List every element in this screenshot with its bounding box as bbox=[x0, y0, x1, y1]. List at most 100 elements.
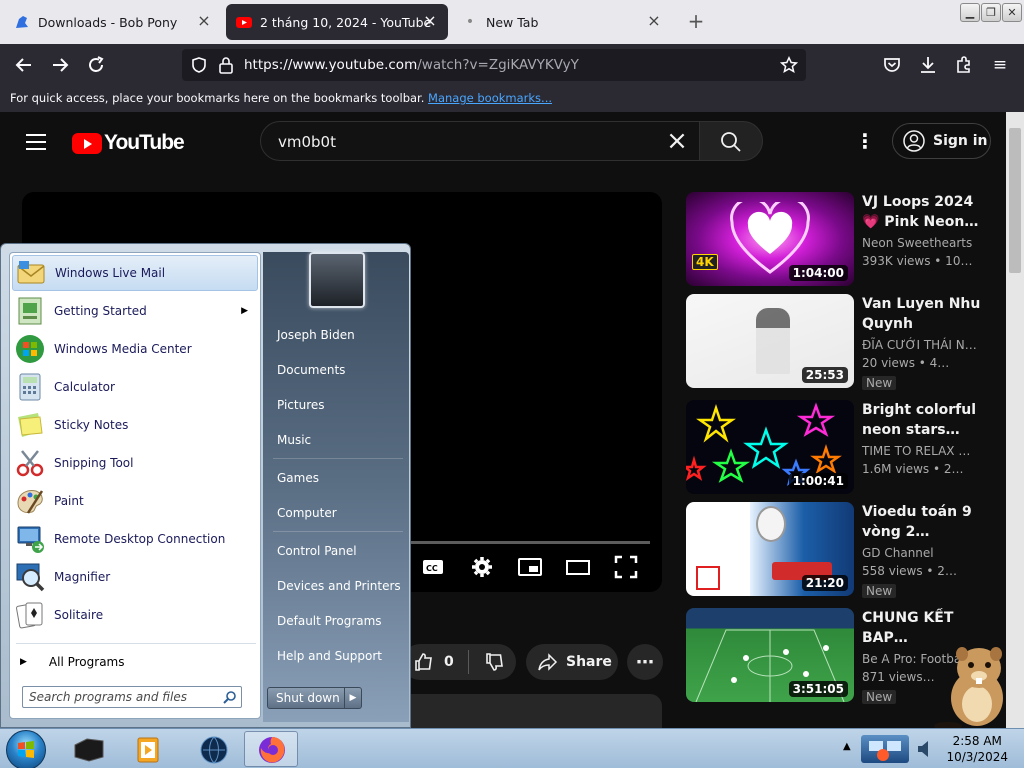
start-link-games[interactable]: Games bbox=[277, 471, 319, 485]
channel-name[interactable]: Neon Sweethearts bbox=[862, 236, 972, 250]
start-link-documents[interactable]: Documents bbox=[277, 363, 345, 377]
more-actions-icon[interactable]: ⋯ bbox=[627, 644, 663, 680]
url-bar[interactable]: https://www.youtube.com/watch?v=ZgiKAVYK… bbox=[182, 49, 806, 81]
forward-arrow-icon[interactable] bbox=[50, 55, 70, 75]
minimize-icon[interactable]: ▁ bbox=[960, 3, 980, 22]
settings-kebab-icon[interactable]: ⋮ bbox=[855, 130, 875, 152]
clear-search-icon[interactable]: × bbox=[663, 127, 691, 155]
speaker-icon[interactable] bbox=[917, 737, 931, 761]
scrollbar-thumb[interactable] bbox=[1009, 128, 1021, 273]
taskbar-app-button[interactable] bbox=[186, 731, 240, 767]
captions-icon[interactable]: CC bbox=[420, 554, 446, 580]
dislike-thumbs-down-icon[interactable] bbox=[485, 652, 505, 672]
bookmark-star-icon[interactable] bbox=[780, 56, 798, 74]
program-calculator[interactable]: Calculator bbox=[12, 369, 258, 405]
scissors-icon bbox=[16, 450, 44, 477]
video-thumbnail[interactable]: 25:53 bbox=[686, 294, 854, 388]
program-snipping-tool[interactable]: Snipping Tool bbox=[12, 445, 258, 481]
program-paint[interactable]: Paint bbox=[12, 483, 258, 519]
start-link-music[interactable]: Music bbox=[277, 433, 311, 447]
start-link-user[interactable]: Joseph Biden bbox=[277, 328, 355, 342]
taskbar: ▲ 2:58 AM 10/3/2024 bbox=[0, 728, 1024, 768]
share-button[interactable]: Share bbox=[526, 644, 618, 680]
start-link-devices-printers[interactable]: Devices and Printers bbox=[277, 579, 401, 593]
sign-in-button[interactable]: Sign in bbox=[892, 123, 991, 159]
program-sticky-notes[interactable]: Sticky Notes bbox=[12, 407, 258, 443]
show-hidden-icons-icon[interactable]: ▲ bbox=[843, 741, 851, 752]
miniplayer-icon[interactable] bbox=[517, 554, 543, 580]
related-video[interactable]: 25:53 Van Luyen Nhu Quynh ĐĨA CƯỚI THÁI … bbox=[686, 294, 996, 390]
tab-title: New Tab bbox=[486, 14, 539, 30]
search-input[interactable]: vm0b0t × bbox=[260, 121, 700, 161]
back-arrow-icon[interactable] bbox=[14, 55, 34, 75]
manage-bookmarks-link[interactable]: Manage bookmarks... bbox=[428, 91, 552, 105]
video-title[interactable]: Van Luyen Nhu Quynh bbox=[862, 294, 990, 334]
shield-icon[interactable] bbox=[190, 56, 208, 74]
video-title[interactable]: Vioedu toán 9 vòng 2… bbox=[862, 502, 990, 542]
settings-gear-icon[interactable] bbox=[469, 554, 495, 580]
start-orb-button[interactable] bbox=[6, 730, 46, 768]
program-windows-media-center[interactable]: Windows Media Center bbox=[12, 331, 258, 367]
program-solitaire[interactable]: Solitaire bbox=[12, 597, 258, 633]
theater-mode-icon[interactable] bbox=[565, 554, 591, 580]
submenu-arrow-icon[interactable]: ▶ bbox=[241, 306, 248, 316]
pocket-icon[interactable] bbox=[882, 55, 902, 75]
search-button[interactable] bbox=[699, 121, 763, 161]
reload-icon[interactable] bbox=[86, 55, 106, 75]
user-picture[interactable] bbox=[309, 252, 365, 308]
program-getting-started[interactable]: Getting Started ▶ bbox=[12, 293, 258, 329]
guide-menu-icon[interactable] bbox=[26, 134, 46, 150]
taskbar-firefox-button[interactable] bbox=[244, 731, 298, 767]
all-programs-button[interactable]: ▶ All Programs bbox=[12, 649, 258, 675]
video-title[interactable]: VJ Loops 2024 💗 Pink Neon… bbox=[862, 192, 990, 232]
url-text[interactable]: https://www.youtube.com/watch?v=ZgiKAVYK… bbox=[244, 57, 579, 73]
shut-down-button[interactable]: Shut down bbox=[267, 687, 345, 709]
related-video[interactable]: 1:00:41 Bright colorful neon stars… TIME… bbox=[686, 400, 996, 496]
related-video[interactable]: 4K 1:04:00 VJ Loops 2024 💗 Pink Neon… Ne… bbox=[686, 192, 996, 288]
program-windows-live-mail[interactable]: Windows Live Mail bbox=[12, 255, 258, 291]
network-icon[interactable] bbox=[861, 735, 909, 763]
close-window-icon[interactable]: ✕ bbox=[1002, 3, 1022, 22]
start-link-control-panel[interactable]: Control Panel bbox=[277, 544, 357, 558]
program-magnifier[interactable]: Magnifier bbox=[12, 559, 258, 595]
close-tab-icon[interactable]: × bbox=[422, 13, 438, 29]
start-link-computer[interactable]: Computer bbox=[277, 506, 337, 520]
youtube-logo[interactable]: YouTube bbox=[72, 131, 185, 155]
channel-name[interactable]: TIME TO RELAX … bbox=[862, 444, 970, 458]
tab-downloads[interactable]: Downloads - Bob Pony × bbox=[4, 4, 222, 40]
video-thumbnail[interactable]: 4K 1:04:00 bbox=[686, 192, 854, 286]
video-thumbnail[interactable]: 1:00:41 bbox=[686, 400, 854, 494]
start-search-input[interactable]: Search programs and files bbox=[22, 686, 242, 708]
youtube-wordmark: YouTube bbox=[104, 131, 185, 154]
video-title[interactable]: Bright colorful neon stars… bbox=[862, 400, 990, 440]
clock-date: 10/3/2024 bbox=[946, 750, 1008, 764]
video-thumbnail[interactable]: 3:51:05 bbox=[686, 608, 854, 702]
tab-new-tab[interactable]: • New Tab × bbox=[452, 4, 672, 40]
taskbar-media-player-button[interactable] bbox=[122, 731, 176, 767]
new-tab-plus-icon[interactable]: + bbox=[686, 11, 706, 31]
like-thumbs-up-icon[interactable] bbox=[414, 652, 434, 672]
program-remote-desktop[interactable]: Remote Desktop Connection bbox=[12, 521, 258, 557]
close-tab-icon[interactable]: × bbox=[196, 13, 212, 29]
extensions-icon[interactable] bbox=[954, 55, 974, 75]
tab-youtube[interactable]: 2 tháng 10, 2024 - YouTube × bbox=[226, 4, 448, 40]
restore-icon[interactable]: ❐ bbox=[981, 3, 1001, 22]
shut-down-options-arrow-icon[interactable]: ▶ bbox=[344, 687, 362, 709]
related-video[interactable]: 21:20 Vioedu toán 9 vòng 2… GD Channel 5… bbox=[686, 502, 996, 598]
start-link-pictures[interactable]: Pictures bbox=[277, 398, 325, 412]
taskbar-clock[interactable]: 2:58 AM 10/3/2024 bbox=[946, 733, 1008, 765]
fullscreen-icon[interactable] bbox=[613, 554, 639, 580]
lock-icon[interactable] bbox=[218, 56, 234, 74]
taskbar-explorer-button[interactable] bbox=[62, 731, 116, 767]
svg-text:CC: CC bbox=[426, 564, 438, 573]
video-thumbnail[interactable]: 21:20 bbox=[686, 502, 854, 596]
start-link-help-support[interactable]: Help and Support bbox=[277, 649, 382, 663]
channel-name[interactable]: GD Channel bbox=[862, 546, 934, 560]
menu-hamburger-icon[interactable]: ≡ bbox=[990, 55, 1010, 75]
channel-name[interactable]: ĐĨA CƯỚI THÁI N… bbox=[862, 338, 977, 352]
downloads-icon[interactable] bbox=[918, 55, 938, 75]
page-scrollbar[interactable] bbox=[1006, 112, 1024, 728]
start-link-default-programs[interactable]: Default Programs bbox=[277, 614, 382, 628]
search-icon bbox=[223, 691, 236, 704]
close-tab-icon[interactable]: × bbox=[646, 13, 662, 29]
